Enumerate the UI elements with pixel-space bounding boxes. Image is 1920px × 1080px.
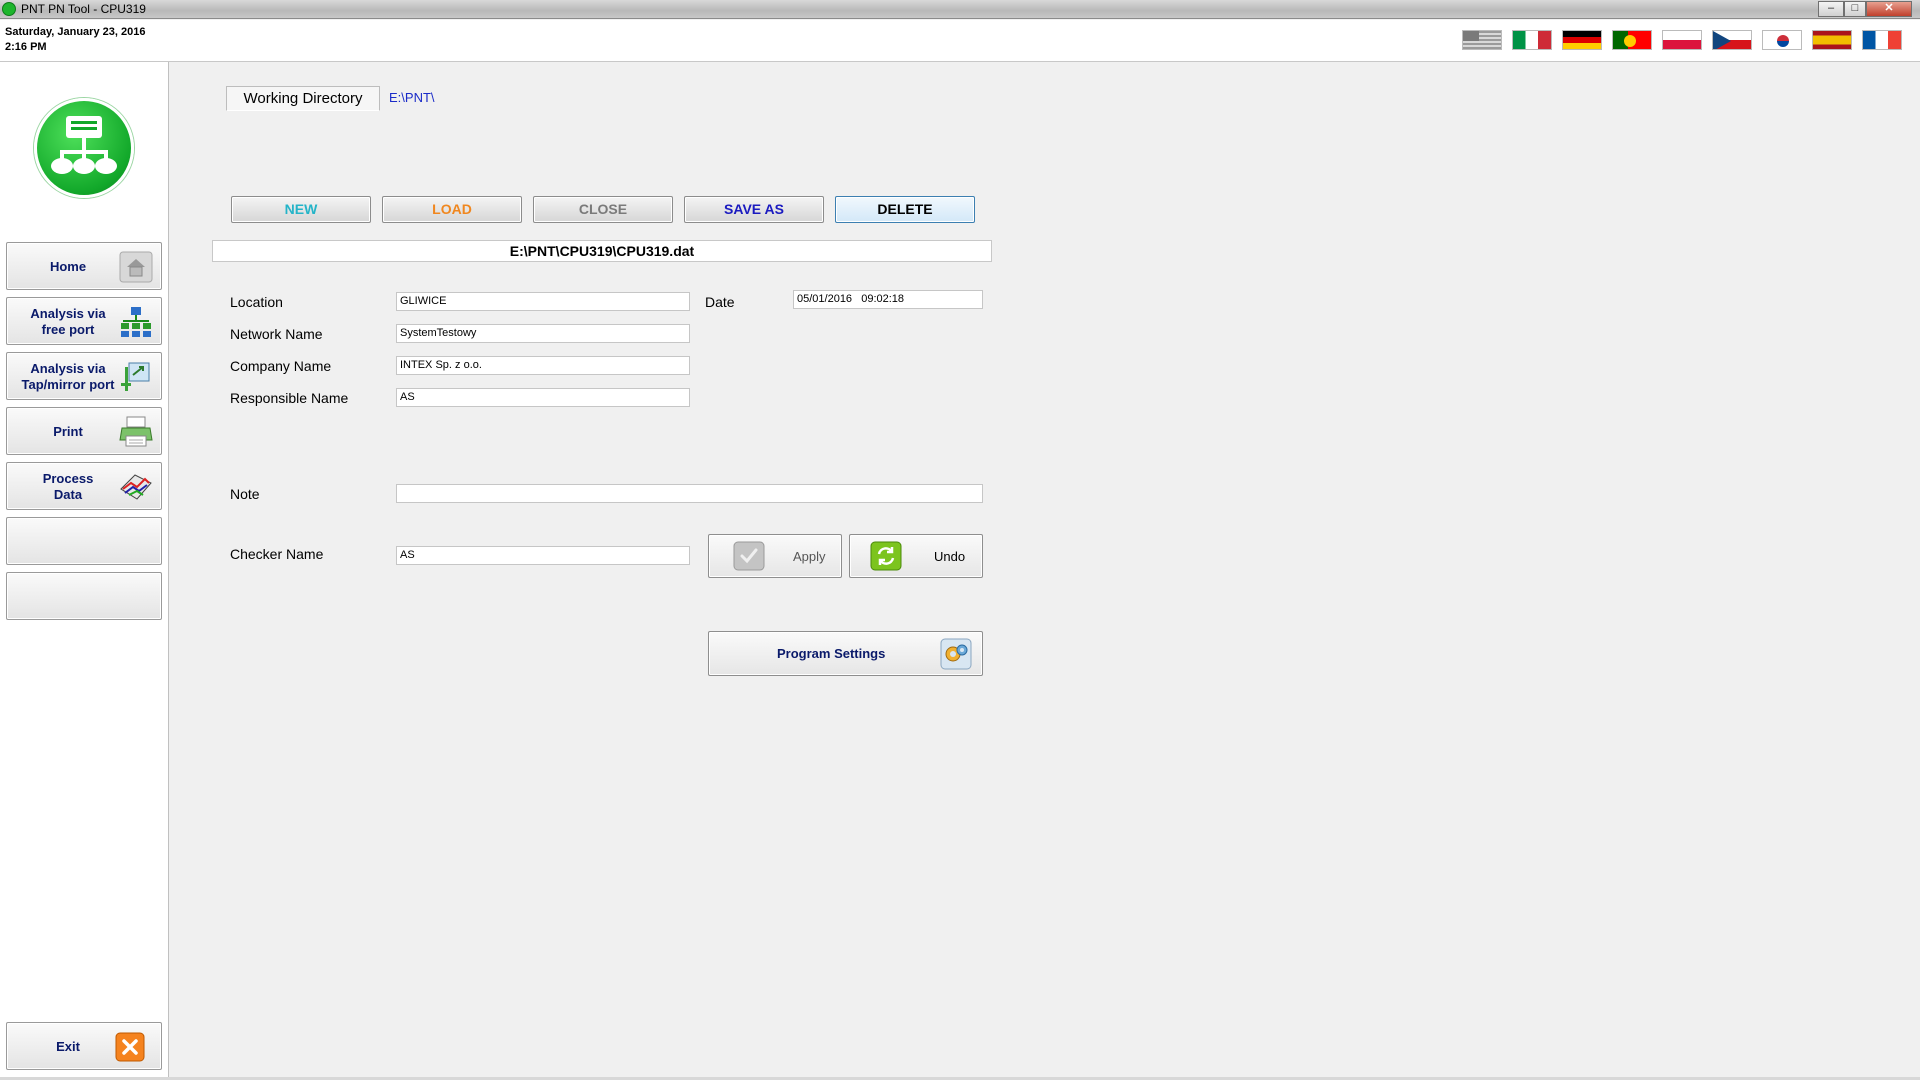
current-file-path: E:\PNT\CPU319\CPU319.dat	[212, 240, 992, 262]
program-settings-label: Program Settings	[777, 646, 886, 661]
apply-label: Apply	[793, 549, 826, 564]
sidebar-item-label: Process Data	[42, 471, 94, 502]
flag-uk-icon[interactable]	[1462, 30, 1502, 50]
exit-button[interactable]: Exit	[6, 1022, 162, 1070]
new-button[interactable]: NEW	[231, 196, 371, 223]
note-label: Note	[230, 486, 260, 502]
sidebar-item-empty-2[interactable]	[6, 572, 162, 620]
date-label: Date	[705, 294, 735, 310]
undo-button[interactable]: Undo	[849, 534, 983, 578]
sidebar-item-label: Analysis via Tap/mirror port	[21, 361, 115, 392]
maximize-button[interactable]: □	[1844, 1, 1866, 17]
sidebar-item-label: Print	[53, 424, 83, 439]
flag-spain-icon[interactable]	[1812, 30, 1852, 50]
sidebar-item-print[interactable]: Print	[6, 407, 162, 455]
language-selector	[1462, 30, 1902, 52]
checker-name-label: Checker Name	[230, 546, 324, 562]
minimize-button[interactable]: –	[1818, 1, 1844, 17]
current-time: 2:16 PM	[5, 41, 47, 53]
flag-france-icon[interactable]	[1862, 30, 1902, 50]
sidebar-item-empty-1[interactable]	[6, 517, 162, 565]
refresh-icon	[870, 541, 902, 574]
note-input[interactable]	[396, 484, 983, 503]
sidebar-item-analysis-free-port[interactable]: Analysis via free port	[6, 297, 162, 345]
network-tree-icon	[119, 306, 153, 338]
sidebar-item-label: Home	[49, 259, 87, 274]
date-input[interactable]: 05/01/2016 09:02:18	[793, 290, 983, 309]
responsible-name-label: Responsible Name	[230, 390, 349, 406]
working-directory-path: E:\PNT\	[389, 90, 435, 105]
main-panel: Working Directory E:\PNT\ NEW LOAD CLOSE…	[170, 62, 1920, 1080]
delete-button[interactable]: DELETE	[835, 196, 975, 223]
sidebar-item-analysis-tap-mirror[interactable]: Analysis via Tap/mirror port	[6, 352, 162, 400]
printer-icon	[119, 416, 153, 448]
load-button[interactable]: LOAD	[382, 196, 522, 223]
program-settings-button[interactable]: Program Settings	[708, 631, 983, 676]
company-name-label: Company Name	[230, 358, 332, 374]
undo-label: Undo	[934, 549, 966, 564]
chart-3d-icon	[119, 471, 153, 503]
sidebar-item-home[interactable]: Home	[6, 242, 162, 290]
flag-poland-icon[interactable]	[1662, 30, 1702, 50]
tap-port-icon	[119, 361, 153, 393]
app-icon	[2, 2, 16, 16]
date-header: Saturday, January 23, 2016 2:16 PM	[0, 20, 1920, 62]
sidebar-item-label: Analysis via free port	[30, 306, 106, 337]
apply-check-icon	[733, 541, 765, 574]
flag-italy-icon[interactable]	[1512, 30, 1552, 50]
home-icon	[119, 251, 153, 283]
flag-korea-icon[interactable]	[1762, 30, 1802, 50]
exit-label: Exit	[56, 1039, 80, 1054]
apply-button[interactable]: Apply	[708, 534, 842, 578]
current-date: Saturday, January 23, 2016	[5, 26, 146, 38]
close-icon	[115, 1032, 145, 1062]
title-bar: PNT PN Tool - CPU319 – □ ✕	[0, 0, 1920, 19]
network-name-input[interactable]: SystemTestowy	[396, 324, 690, 343]
responsible-name-input[interactable]: AS	[396, 388, 690, 407]
company-name-input[interactable]: INTEX Sp. z o.o.	[396, 356, 690, 375]
save-as-button[interactable]: SAVE AS	[684, 196, 824, 223]
working-directory-tab[interactable]: Working Directory	[226, 86, 380, 111]
flag-czech-icon[interactable]	[1712, 30, 1752, 50]
location-label: Location	[230, 294, 283, 310]
network-logo-icon	[34, 98, 134, 198]
window-title: PNT PN Tool - CPU319	[21, 2, 146, 16]
location-input[interactable]: GLIWICE	[396, 292, 690, 311]
close-window-button[interactable]: ✕	[1866, 1, 1912, 17]
flag-germany-icon[interactable]	[1562, 30, 1602, 50]
sidebar: Home Analysis via free port Analysis via…	[0, 62, 169, 1080]
checker-name-input[interactable]: AS	[396, 546, 690, 565]
network-name-label: Network Name	[230, 326, 323, 342]
sidebar-item-process-data[interactable]: Process Data	[6, 462, 162, 510]
settings-gear-icon	[940, 638, 972, 673]
flag-portugal-icon[interactable]	[1612, 30, 1652, 50]
close-file-button[interactable]: CLOSE	[533, 196, 673, 223]
